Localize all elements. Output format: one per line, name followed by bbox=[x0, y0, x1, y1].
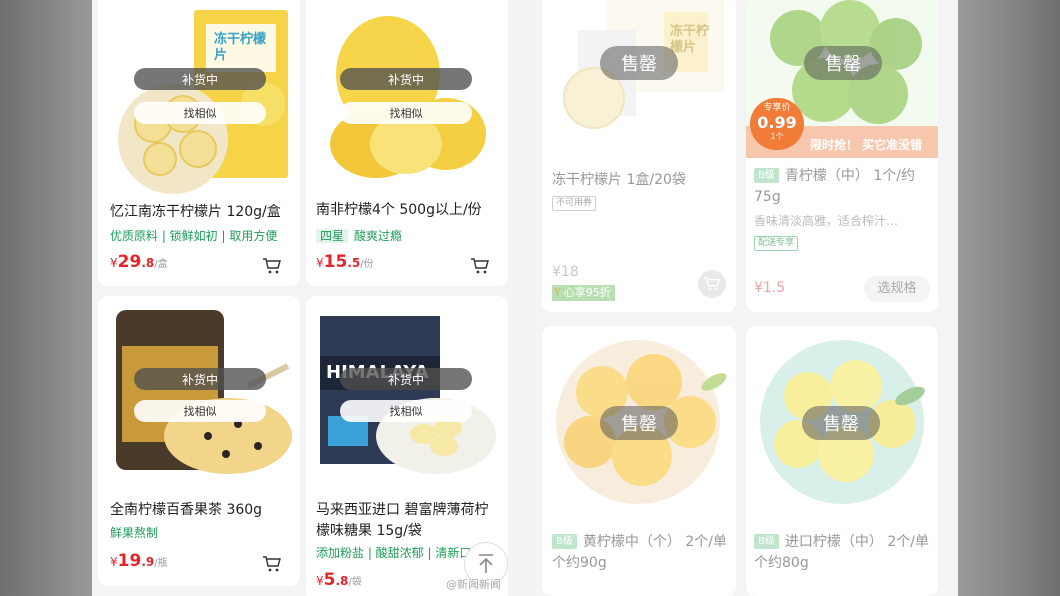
product-card[interactable]: 补货中 找相似 南非柠檬4个 500g以上/份 四星 酸爽过瘾 ¥15.5/份 bbox=[306, 0, 508, 286]
product-title: B级 青柠檬（中） 1个/约75g bbox=[754, 168, 915, 205]
grade-badge: B级 bbox=[754, 534, 779, 549]
restock-badge: 补货中 bbox=[134, 368, 266, 390]
package-label: 冻干柠檬片 bbox=[670, 24, 710, 55]
select-spec-button[interactable]: 选规格 bbox=[864, 276, 930, 302]
star-rating-badge: 四星 bbox=[316, 229, 349, 243]
add-to-cart-button[interactable] bbox=[698, 270, 726, 298]
product-price: ¥18 bbox=[552, 264, 579, 280]
product-subtitle: 四星 酸爽过瘾 bbox=[316, 227, 402, 244]
product-card[interactable]: 售罄 B级 黄柠檬中（个） 2个/单个约90g bbox=[542, 326, 736, 596]
sold-out-badge: 售罄 bbox=[804, 46, 882, 80]
add-to-cart-button[interactable] bbox=[258, 550, 286, 578]
find-similar-button[interactable]: 找相似 bbox=[134, 400, 266, 422]
member-discount: Y 心享95折 bbox=[552, 285, 615, 301]
cart-icon bbox=[263, 258, 281, 274]
arrow-up-icon bbox=[479, 554, 493, 573]
product-price: ¥15.5/份 bbox=[316, 252, 374, 272]
grade-badge: B级 bbox=[552, 534, 577, 549]
watermark: @新闻新闻 bbox=[446, 578, 501, 591]
member-icon: Y bbox=[554, 286, 561, 299]
product-card[interactable]: 冻干柠檬片 售罄 冻干柠檬片 1盒/20袋 不可用券 ¥18 Y 心享95折 bbox=[542, 0, 736, 312]
grade-badge: B级 bbox=[754, 168, 779, 183]
product-image bbox=[306, 0, 508, 194]
product-title: 马来西亚进口 碧富牌薄荷柠檬味糖果 15g/袋 bbox=[316, 502, 489, 539]
restock-badge: 补货中 bbox=[340, 68, 472, 90]
product-price: ¥19.9/瓶 bbox=[110, 551, 168, 571]
add-to-cart-button[interactable] bbox=[466, 252, 494, 280]
product-title: 忆江南冻干柠檬片 120g/盒 bbox=[110, 204, 281, 220]
product-description: 香味清淡高雅，适合榨汁… bbox=[754, 214, 899, 228]
sold-out-badge: 售罄 bbox=[600, 46, 678, 80]
product-title: 全南柠檬百香果茶 360g bbox=[110, 502, 263, 518]
find-similar-button[interactable]: 找相似 bbox=[340, 400, 472, 422]
restock-badge: 补货中 bbox=[134, 68, 266, 90]
restock-badge: 补货中 bbox=[340, 368, 472, 390]
product-image bbox=[98, 0, 300, 194]
product-title: B级 进口柠檬（中） 2个/单个约80g bbox=[754, 534, 929, 571]
product-card[interactable]: 专享价 0.99 1个 限时抢！ 买它准没错 售罄 B级 青柠檬（中） 1个/约7… bbox=[746, 0, 938, 312]
add-to-cart-button[interactable] bbox=[258, 252, 286, 280]
product-image bbox=[306, 296, 508, 492]
find-similar-button[interactable]: 找相似 bbox=[134, 102, 266, 124]
product-image bbox=[98, 296, 300, 492]
promo-banner: 限时抢！ 买它准没错 bbox=[810, 138, 923, 152]
product-price: ¥29.8/盒 bbox=[110, 252, 168, 272]
product-price: ¥5.8/袋 bbox=[316, 570, 362, 590]
product-card[interactable]: 补货中 找相似 全南柠檬百香果茶 360g 鲜果熬制 ¥19.9/瓶 bbox=[98, 296, 300, 586]
find-similar-button[interactable]: 找相似 bbox=[340, 102, 472, 124]
product-title: 冻干柠檬片 1盒/20袋 bbox=[552, 172, 686, 188]
product-price: ¥1.5 bbox=[754, 280, 786, 296]
cart-icon bbox=[704, 277, 721, 291]
product-subtitle: 鲜果熬制 bbox=[110, 526, 159, 540]
sold-out-badge: 售罄 bbox=[600, 406, 678, 440]
product-card[interactable]: 冻干柠檬片 补货中 找相似 忆江南冻干柠檬片 120g/盒 优质原料 | 锁鲜如… bbox=[98, 0, 300, 286]
product-title: B级 黄柠檬中（个） 2个/单个约90g bbox=[552, 534, 727, 571]
sold-out-badge: 售罄 bbox=[802, 406, 880, 440]
cart-icon bbox=[263, 556, 281, 572]
product-grid-left: 冻干柠檬片 补货中 找相似 忆江南冻干柠檬片 120g/盒 优质原料 | 锁鲜如… bbox=[92, 0, 516, 596]
cart-icon bbox=[471, 258, 489, 274]
delivery-tag: 配送专享 bbox=[754, 236, 799, 251]
product-grid-right: 冻干柠檬片 售罄 冻干柠檬片 1盒/20袋 不可用券 ¥18 Y 心享95折 专享… bbox=[530, 0, 958, 596]
promo-price-badge: 专享价 0.99 1个 bbox=[750, 98, 804, 150]
product-subtitle: 优质原料 | 锁鲜如初 | 取用方便 bbox=[110, 229, 278, 243]
product-title: 南非柠檬4个 500g以上/份 bbox=[316, 202, 482, 218]
product-card[interactable]: 售罄 B级 进口柠檬（中） 2个/单个约80g bbox=[746, 326, 938, 596]
package-label: 冻干柠檬片 bbox=[214, 32, 267, 63]
product-subtitle: 添加粉盐 | 酸甜浓郁 | 清新口 bbox=[316, 546, 472, 560]
coupon-tag: 不可用券 bbox=[552, 196, 597, 211]
